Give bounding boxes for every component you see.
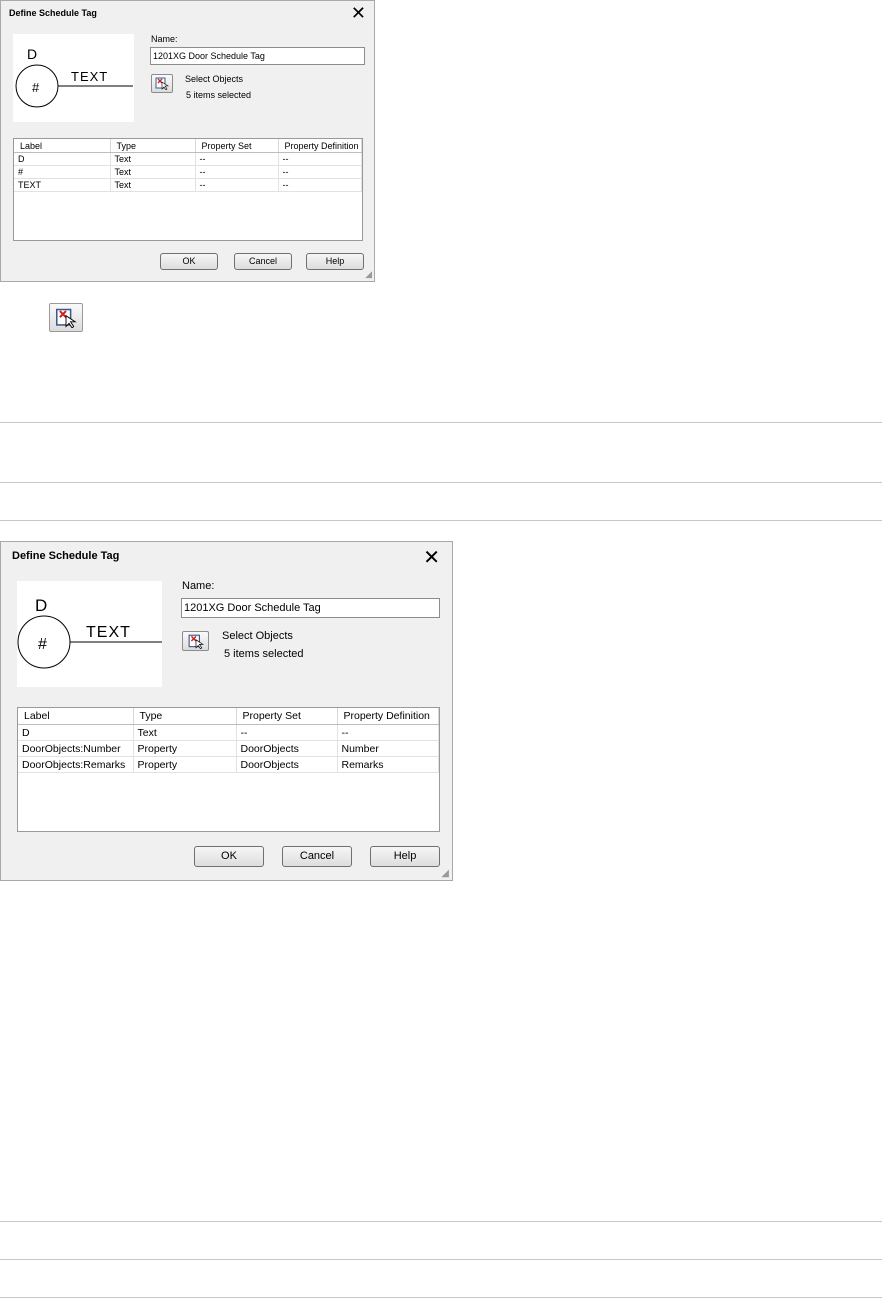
selected-count: 5 items selected xyxy=(224,648,304,660)
cell-property-set: -- xyxy=(236,724,338,741)
divider xyxy=(0,482,882,483)
name-label: Name: xyxy=(182,580,215,592)
table-header: Label Type Property Set Property Definit… xyxy=(18,708,439,725)
table-row[interactable]: DoorObjects:Remarks Property DoorObjects… xyxy=(18,756,439,773)
cell-property-definition: -- xyxy=(337,724,439,741)
cell-type: Text xyxy=(133,724,237,741)
ok-button[interactable]: OK xyxy=(194,846,264,867)
table-row[interactable]: TEXT Text -- -- xyxy=(14,178,362,192)
cell-label: DoorObjects:Number xyxy=(18,740,134,757)
tag-preview-drawing: D # TEXT xyxy=(17,596,162,669)
title-bar: Define Schedule Tag ✕ xyxy=(1,1,374,25)
close-icon[interactable]: ✕ xyxy=(351,3,366,24)
column-header-property-definition[interactable]: Property Definition xyxy=(278,139,362,153)
define-schedule-tag-dialog: Define Schedule Tag ✕ D # TEXT Name: Sel… xyxy=(0,541,453,881)
column-header-type[interactable]: Type xyxy=(110,139,196,153)
table-row[interactable]: D Text -- -- xyxy=(14,152,362,166)
divider xyxy=(0,1259,882,1260)
select-objects-button-large[interactable] xyxy=(49,303,83,332)
preview-label-hash: # xyxy=(38,636,47,653)
help-button[interactable]: Help xyxy=(370,846,440,867)
cell-type: Text xyxy=(110,165,196,179)
cell-property-definition: -- xyxy=(278,165,362,179)
cell-property-set: DoorObjects xyxy=(236,756,338,773)
cell-label: D xyxy=(14,152,111,166)
label-table: Label Type Property Set Property Definit… xyxy=(14,139,362,192)
preview-label-d: D xyxy=(35,596,47,615)
label-list[interactable]: Label Type Property Set Property Definit… xyxy=(13,138,363,241)
label-list[interactable]: Label Type Property Set Property Definit… xyxy=(17,707,440,832)
cell-property-definition: -- xyxy=(278,152,362,166)
name-label: Name: xyxy=(151,34,178,44)
cell-property-definition: Number xyxy=(337,740,439,757)
select-objects-icon xyxy=(56,308,77,328)
table-header: Label Type Property Set Property Definit… xyxy=(14,139,362,153)
column-header-label[interactable]: Label xyxy=(14,139,111,153)
resize-grip-icon[interactable]: ◢ xyxy=(365,269,372,280)
close-icon[interactable]: ✕ xyxy=(423,545,440,570)
cell-label: TEXT xyxy=(14,178,111,192)
cell-type: Text xyxy=(110,178,196,192)
divider xyxy=(0,1297,882,1298)
label-table: Label Type Property Set Property Definit… xyxy=(18,708,439,773)
dialog-title: Define Schedule Tag xyxy=(9,8,97,18)
select-objects-icon xyxy=(155,77,169,90)
preview-label-text: TEXT xyxy=(71,69,108,84)
divider xyxy=(0,520,882,521)
cancel-button[interactable]: Cancel xyxy=(234,253,292,270)
cell-property-set: -- xyxy=(195,152,279,166)
column-header-type[interactable]: Type xyxy=(133,708,237,725)
tag-preview: D # TEXT xyxy=(13,34,134,122)
select-objects-icon xyxy=(188,634,204,649)
name-field[interactable] xyxy=(150,47,365,65)
preview-label-hash: # xyxy=(32,80,40,95)
preview-label-d: D xyxy=(27,46,37,62)
help-button[interactable]: Help xyxy=(306,253,364,270)
tag-preview: D # TEXT xyxy=(17,581,162,687)
table-row[interactable]: D Text -- -- xyxy=(18,724,439,741)
tag-preview-drawing: D # TEXT xyxy=(15,46,133,108)
table-row[interactable]: # Text -- -- xyxy=(14,165,362,179)
resize-grip-icon[interactable]: ◢ xyxy=(441,868,449,879)
column-header-property-set[interactable]: Property Set xyxy=(236,708,338,725)
cell-property-set: -- xyxy=(195,165,279,179)
divider xyxy=(0,422,882,423)
column-header-property-definition[interactable]: Property Definition xyxy=(337,708,439,725)
dialog-title: Define Schedule Tag xyxy=(12,550,120,562)
select-objects-label: Select Objects xyxy=(185,74,244,84)
cell-label: DoorObjects:Remarks xyxy=(18,756,134,773)
cell-type: Property xyxy=(133,740,237,757)
select-objects-button[interactable] xyxy=(182,631,209,651)
title-bar: Define Schedule Tag ✕ xyxy=(1,542,452,570)
cancel-button[interactable]: Cancel xyxy=(282,846,352,867)
cell-label: # xyxy=(14,165,111,179)
define-schedule-tag-dialog: Define Schedule Tag ✕ D # TEXT Name: Sel… xyxy=(0,0,375,282)
select-objects-button[interactable] xyxy=(151,74,173,93)
divider xyxy=(0,1221,882,1222)
cell-label: D xyxy=(18,724,134,741)
preview-label-text: TEXT xyxy=(86,624,131,641)
column-header-label[interactable]: Label xyxy=(18,708,134,725)
select-objects-label: Select Objects xyxy=(222,630,293,642)
cell-property-definition: -- xyxy=(278,178,362,192)
cell-property-definition: Remarks xyxy=(337,756,439,773)
selected-count: 5 items selected xyxy=(186,90,252,100)
ok-button[interactable]: OK xyxy=(160,253,218,270)
table-row[interactable]: DoorObjects:Number Property DoorObjects … xyxy=(18,740,439,757)
cell-type: Text xyxy=(110,152,196,166)
name-field[interactable] xyxy=(181,598,440,618)
cell-property-set: DoorObjects xyxy=(236,740,338,757)
cell-property-set: -- xyxy=(195,178,279,192)
column-header-property-set[interactable]: Property Set xyxy=(195,139,279,153)
cell-type: Property xyxy=(133,756,237,773)
